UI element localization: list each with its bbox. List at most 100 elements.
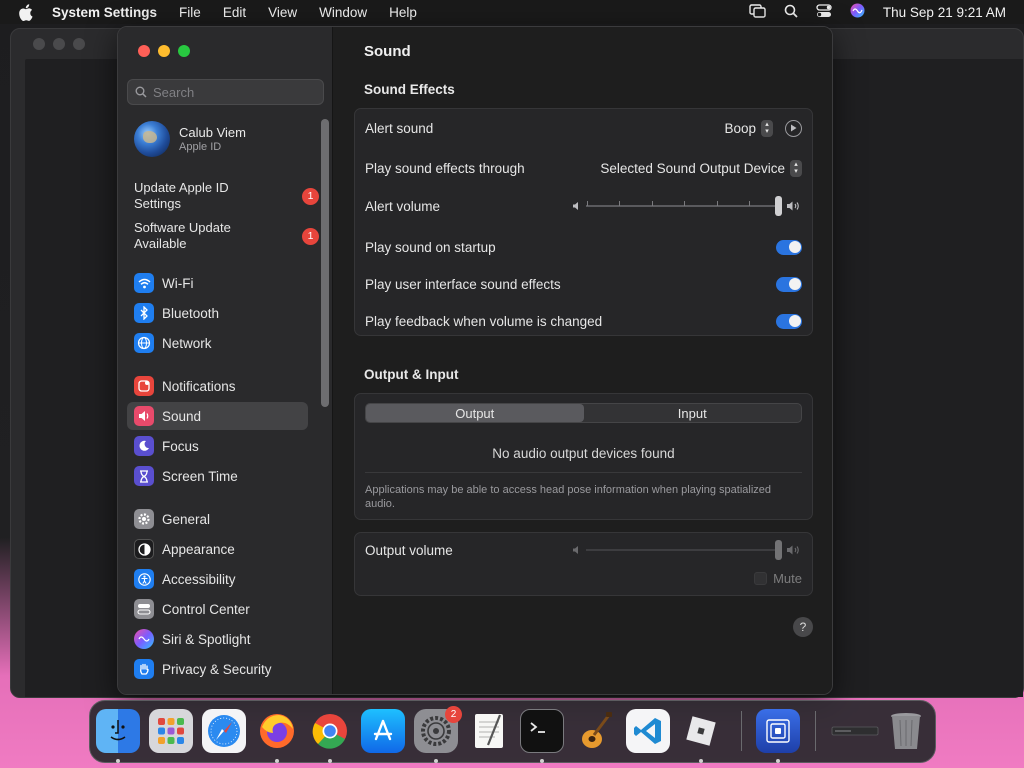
sidebar-item-label: General xyxy=(162,511,211,527)
zoom-window-button[interactable] xyxy=(178,45,190,57)
menu-file[interactable]: File xyxy=(179,5,201,20)
startup-sound-toggle[interactable] xyxy=(776,239,802,255)
running-indicator xyxy=(116,759,120,763)
sidebar-item-label: Screen Time xyxy=(162,468,238,484)
sidebar-item-label: Network xyxy=(162,335,212,351)
apple-menu-icon[interactable] xyxy=(18,0,36,24)
background-window-controls xyxy=(33,38,85,50)
roblox-icon[interactable] xyxy=(679,709,723,753)
menu-edit[interactable]: Edit xyxy=(223,5,246,20)
play-through-value: Selected Sound Output Device xyxy=(600,160,785,176)
trash-icon[interactable] xyxy=(884,709,928,753)
menu-app-name[interactable]: System Settings xyxy=(52,5,157,20)
alert-volume-slider[interactable] xyxy=(586,196,782,216)
account-subtitle: Apple ID xyxy=(179,141,222,153)
system-settings-window: Calub Viem Apple ID Update Apple ID Sett… xyxy=(117,26,833,695)
popup-chevrons-icon: ▴ ▾ xyxy=(761,119,773,137)
spotlight-search-icon[interactable] xyxy=(784,4,798,21)
vscode-icon[interactable] xyxy=(626,709,670,753)
output-volume-group: Output volume Mute xyxy=(354,532,813,596)
sidebar-item-bluetooth[interactable]: Bluetooth xyxy=(127,299,308,327)
app-store-icon[interactable] xyxy=(361,709,405,753)
volume-low-icon xyxy=(573,546,578,554)
menu-view[interactable]: View xyxy=(268,5,297,20)
apple-id-account[interactable]: Calub Viem Apple ID xyxy=(134,121,246,157)
tab-input[interactable]: Input xyxy=(584,404,802,422)
alert-volume-label: Alert volume xyxy=(365,198,441,214)
running-indicator xyxy=(776,759,780,763)
sidebar-item-control-center[interactable]: Control Center xyxy=(127,595,308,623)
garageband-icon[interactable] xyxy=(573,709,617,753)
screen-sharing-icon[interactable] xyxy=(756,709,800,753)
output-volume-slider[interactable] xyxy=(586,540,782,560)
alert-sound-row: Alert sound Boop ▴ ▾ xyxy=(365,117,802,139)
notification-badge: 2 xyxy=(445,706,462,723)
sidebar-item-appearance[interactable]: Appearance xyxy=(127,535,308,563)
ui-sound-effects-label: Play user interface sound effects xyxy=(365,276,561,292)
sidebar-item-label: Focus xyxy=(162,438,199,454)
close-window-button[interactable] xyxy=(138,45,150,57)
safari-icon[interactable] xyxy=(202,709,246,753)
mute-label: Mute xyxy=(773,571,802,586)
sidebar-item-sound[interactable]: Sound xyxy=(127,402,308,430)
screen-mirroring-icon[interactable] xyxy=(749,3,766,21)
notice-label: Software Update Available xyxy=(134,220,231,251)
ui-sound-effects-toggle[interactable] xyxy=(776,276,802,292)
divider xyxy=(365,472,802,473)
alert-sound-popup[interactable]: Boop ▴ ▾ xyxy=(724,119,773,137)
siri-icon xyxy=(134,629,154,649)
sidebar-item-notifications[interactable]: Notifications xyxy=(127,372,308,400)
help-button[interactable]: ? xyxy=(793,617,813,637)
volume-feedback-row: Play feedback when volume is changed xyxy=(365,310,802,332)
minimized-window-icon[interactable] xyxy=(830,709,880,753)
play-alert-sound-button[interactable] xyxy=(785,119,802,137)
accessibility-icon xyxy=(134,569,154,589)
minimize-window-button[interactable] xyxy=(158,45,170,57)
page-title: Sound xyxy=(364,43,411,60)
notice-badge: 1 xyxy=(302,227,319,245)
mute-control[interactable]: Mute xyxy=(754,571,802,586)
section-output-input: Output & Input xyxy=(364,367,459,382)
sidebar-item-network[interactable]: Network xyxy=(127,329,308,357)
tab-output[interactable]: Output xyxy=(366,404,584,422)
sidebar-item-privacy-security[interactable]: Privacy & Security xyxy=(127,655,308,683)
siri-menu-icon[interactable] xyxy=(850,3,865,21)
control-center-menu-icon[interactable] xyxy=(816,3,832,21)
dock: 2 xyxy=(89,700,936,763)
play-through-popup[interactable]: Selected Sound Output Device ▴ ▾ xyxy=(600,159,802,177)
wifi-icon xyxy=(134,273,154,293)
general-gear-icon xyxy=(134,509,154,529)
finder-icon[interactable] xyxy=(96,709,140,753)
sidebar-item-wifi[interactable]: Wi-Fi xyxy=(127,269,308,297)
search-input[interactable] xyxy=(153,84,313,100)
sidebar-item-screen-time[interactable]: Screen Time xyxy=(127,462,308,490)
sidebar-item-siri-spotlight[interactable]: Siri & Spotlight xyxy=(127,625,308,653)
chrome-icon[interactable] xyxy=(308,709,352,753)
launchpad-icon[interactable] xyxy=(149,709,193,753)
running-indicator xyxy=(434,759,438,763)
running-indicator xyxy=(328,759,332,763)
menu-clock[interactable]: Thu Sep 21 9:21 AM xyxy=(883,5,1006,20)
notice-update-apple-id[interactable]: Update Apple ID Settings 1 xyxy=(134,180,319,212)
sidebar-item-focus[interactable]: Focus xyxy=(127,432,308,460)
sidebar-item-label: Notifications xyxy=(162,378,236,394)
sidebar-scrollbar[interactable] xyxy=(321,119,329,407)
menu-window[interactable]: Window xyxy=(319,5,367,20)
mute-checkbox[interactable] xyxy=(754,572,768,585)
sidebar-item-accessibility[interactable]: Accessibility xyxy=(127,565,308,593)
play-icon xyxy=(791,124,797,132)
volume-feedback-toggle[interactable] xyxy=(776,313,802,329)
alert-volume-knob[interactable] xyxy=(775,196,782,216)
head-pose-note: Applications may be able to access head … xyxy=(365,484,772,510)
menu-help[interactable]: Help xyxy=(389,5,417,20)
firefox-icon[interactable] xyxy=(255,709,299,753)
screen-time-hourglass-icon xyxy=(134,466,154,486)
terminal-icon[interactable] xyxy=(520,709,564,753)
output-volume-knob[interactable] xyxy=(775,540,782,560)
search-field[interactable] xyxy=(127,79,324,105)
sidebar-item-general[interactable]: General xyxy=(127,505,308,533)
textedit-icon[interactable] xyxy=(467,709,511,753)
sidebar-item-label: Siri & Spotlight xyxy=(162,631,251,647)
system-settings-icon[interactable]: 2 xyxy=(414,706,462,753)
notice-software-update[interactable]: Software Update Available 1 xyxy=(134,220,319,252)
